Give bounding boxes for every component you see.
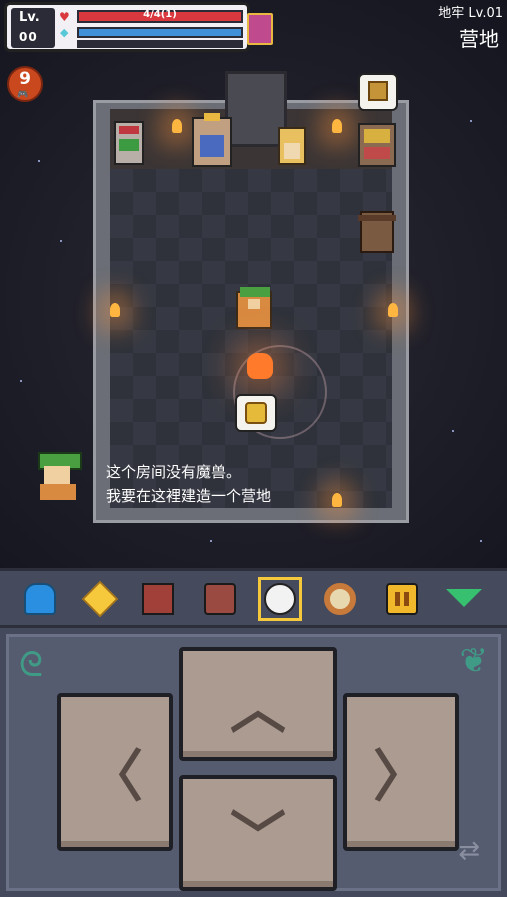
dpad-left-button[interactable]: 〈 — [57, 693, 173, 851]
vine-decoration-icon: ᘓ — [19, 645, 43, 685]
dungeon-level-label: 地牢 Lv.01 — [438, 6, 503, 21]
merchant-stall[interactable] — [358, 123, 396, 167]
chevron-left-icon: 〈 — [87, 744, 143, 810]
collapse-arrow-icon — [446, 589, 482, 607]
coin-speech-bubble[interactable] — [235, 394, 277, 432]
explore-icon — [264, 583, 296, 615]
gamepad-icon: 🎮 — [17, 90, 29, 100]
journal-book-icon[interactable] — [247, 13, 273, 45]
leaf-decoration-icon: ❦ — [459, 641, 489, 681]
search-icon — [324, 583, 356, 615]
pause-button[interactable] — [380, 577, 424, 621]
chevron-down-icon: ﹀ — [230, 805, 286, 871]
torch-icon — [332, 119, 342, 133]
mp-bar — [77, 27, 243, 38]
game-center-button[interactable]: 9 🎮 — [7, 66, 43, 102]
torch-icon — [388, 303, 398, 317]
chevron-right-icon: 〉 — [373, 744, 429, 810]
status-panel: Lv. 00 ♥ ◆ 4/4(1) — [4, 2, 250, 52]
dpad-up-button[interactable]: ︿ — [179, 647, 337, 761]
chevron-up-icon: ︿ — [230, 676, 286, 742]
shop-bag-icon — [368, 81, 388, 101]
hp-text: 4/4(1) — [143, 9, 177, 20]
dpad-frame: ᘓ ❦ ︿ 〈 〉 ﹀ ⇄ — [6, 634, 501, 891]
game-scene: Lv. 00 ♥ ◆ 4/4(1) 地牢 Lv.01 营地 9 🎮 这个房间没有… — [0, 0, 507, 568]
star — [452, 430, 454, 432]
spellbook-icon — [142, 583, 174, 615]
king-npc[interactable] — [192, 113, 232, 167]
swap-layout-icon[interactable]: ⇄ — [458, 836, 480, 866]
arcade-machine[interactable] — [114, 121, 144, 165]
dialog-text-line-1: 这个房间没有魔兽。 — [106, 463, 242, 481]
star — [60, 240, 62, 242]
level-label: Lv. — [19, 10, 40, 25]
dpad-right-button[interactable]: 〉 — [343, 693, 459, 851]
star — [38, 160, 40, 162]
area-name-label: 营地 — [459, 27, 499, 51]
character-button[interactable] — [18, 577, 62, 621]
character-icon — [24, 583, 56, 615]
search-button[interactable] — [318, 577, 362, 621]
shop-speech-bubble[interactable] — [358, 73, 398, 111]
star — [20, 380, 22, 382]
torch-icon — [332, 493, 342, 507]
coin-icon — [245, 402, 267, 424]
dpad-down-button[interactable]: ﹀ — [179, 775, 337, 891]
level-box: Lv. 00 — [11, 8, 55, 48]
player-character[interactable] — [236, 287, 272, 329]
dialog-text-line-2: 我要在这裡建造一个营地 — [106, 487, 272, 505]
dpad-panel: ᘓ ❦ ︿ 〈 〉 ﹀ ⇄ — [0, 628, 507, 897]
heart-icon: ♥ — [59, 10, 70, 24]
campfire-icon[interactable] — [247, 353, 273, 379]
camp-room — [93, 71, 409, 523]
game-center-count: 9 — [19, 69, 31, 89]
speaker-avatar — [32, 452, 92, 506]
skills-button[interactable] — [78, 577, 122, 621]
backpack-icon — [204, 583, 236, 615]
torch-icon — [110, 303, 120, 317]
collapse-button[interactable] — [442, 577, 486, 621]
explore-button[interactable] — [258, 577, 302, 621]
level-value: 00 — [19, 30, 38, 44]
action-toolbar — [0, 568, 507, 628]
spellbook-button[interactable] — [136, 577, 180, 621]
star — [210, 540, 212, 542]
xp-bar — [77, 40, 243, 48]
skill-star-icon — [81, 580, 119, 618]
inventory-button[interactable] — [198, 577, 242, 621]
star — [480, 540, 482, 542]
room-floor — [110, 169, 392, 508]
mana-icon: ◆ — [60, 26, 69, 39]
torch-icon — [172, 119, 182, 133]
pause-icon — [386, 583, 418, 615]
blonde-npc[interactable] — [278, 127, 306, 165]
star — [470, 120, 472, 122]
scarecrow-npc[interactable] — [358, 211, 396, 253]
hp-bar: 4/4(1) — [77, 9, 243, 23]
